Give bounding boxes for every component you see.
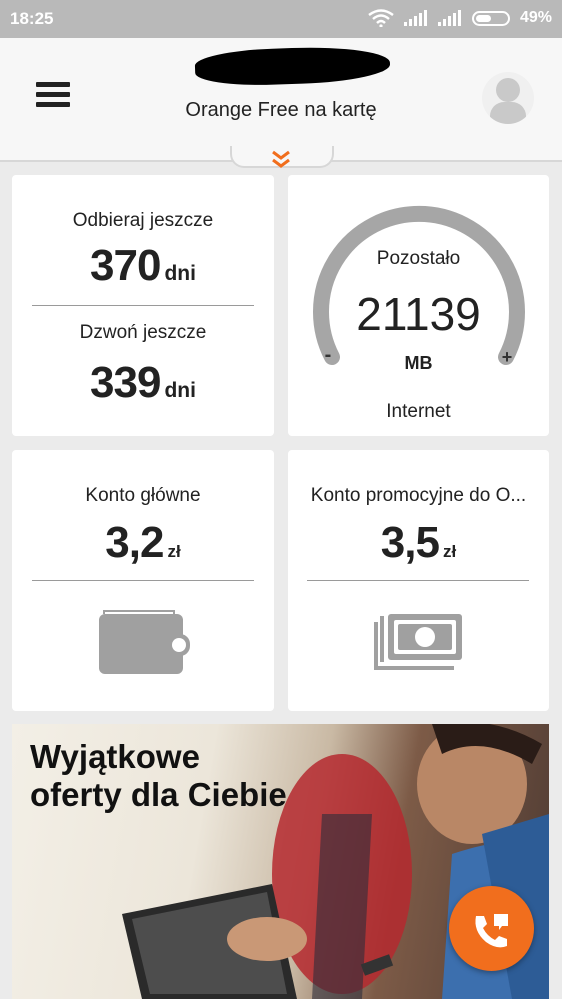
- internet-caption: Internet: [386, 401, 451, 422]
- call-value: 339: [90, 358, 161, 407]
- main-account-value: 3,2: [105, 518, 164, 567]
- call-fab-button[interactable]: [449, 886, 534, 971]
- receive-unit: dni: [164, 262, 196, 285]
- card-divider: [307, 580, 529, 581]
- cash-icon: [374, 614, 462, 670]
- remaining-unit: MB: [404, 353, 433, 373]
- call-days: 339 dni: [12, 358, 274, 408]
- receive-days: 370 dni: [12, 241, 274, 291]
- phone-icon: [475, 914, 508, 948]
- status-bar: 18:25 49%: [0, 0, 562, 38]
- battery-percent: 49%: [519, 9, 552, 26]
- battery-icon: [471, 10, 510, 26]
- promo-account-value: 3,5: [380, 518, 440, 567]
- redacted-phone-number: [194, 44, 391, 88]
- status-icons: 49%: [368, 9, 552, 27]
- receive-label: Odbieraj jeszcze: [72, 210, 214, 231]
- avatar-icon[interactable]: [482, 72, 534, 124]
- main-account-balance: 3,2 zł: [12, 518, 274, 568]
- promo-account-balance: 3,5 zł: [288, 518, 549, 568]
- main-account-card[interactable]: Konto główne 3,2 zł: [12, 450, 274, 711]
- chevron-down-icon[interactable]: [270, 150, 292, 170]
- call-label: Dzwoń jeszcze: [79, 322, 207, 343]
- card-divider: [32, 580, 254, 581]
- call-unit: dni: [164, 379, 196, 402]
- remaining-value: 21139: [356, 288, 481, 340]
- promo-account-unit: zł: [442, 542, 457, 561]
- banner-headline-line1: Wyjątkowe: [30, 738, 200, 775]
- validity-card[interactable]: Odbieraj jeszcze 370 dni Dzwoń jeszcze 33…: [12, 175, 274, 436]
- signal-icon: [403, 10, 428, 26]
- remaining-label: Pozostało: [376, 248, 461, 269]
- main-account-unit: zł: [167, 542, 181, 561]
- promo-account-label: Konto promocyjne do O...: [310, 485, 527, 506]
- main-account-label: Konto główne: [85, 485, 201, 506]
- app-header: Orange Free na kartę: [0, 38, 562, 162]
- receive-value: 370: [90, 241, 161, 290]
- card-divider: [32, 305, 254, 306]
- internet-card[interactable]: - + Pozostało 21139 MB Internet: [288, 175, 549, 436]
- wifi-icon: [368, 9, 394, 27]
- status-time: 18:25: [10, 9, 54, 28]
- wallet-icon: [99, 610, 190, 674]
- banner-headline-line2: oferty dla Ciebie: [30, 776, 287, 813]
- plan-title: Orange Free na kartę: [185, 99, 377, 121]
- signal-icon: [437, 10, 462, 26]
- promo-account-card[interactable]: Konto promocyjne do O... 3,5 zł: [288, 450, 549, 711]
